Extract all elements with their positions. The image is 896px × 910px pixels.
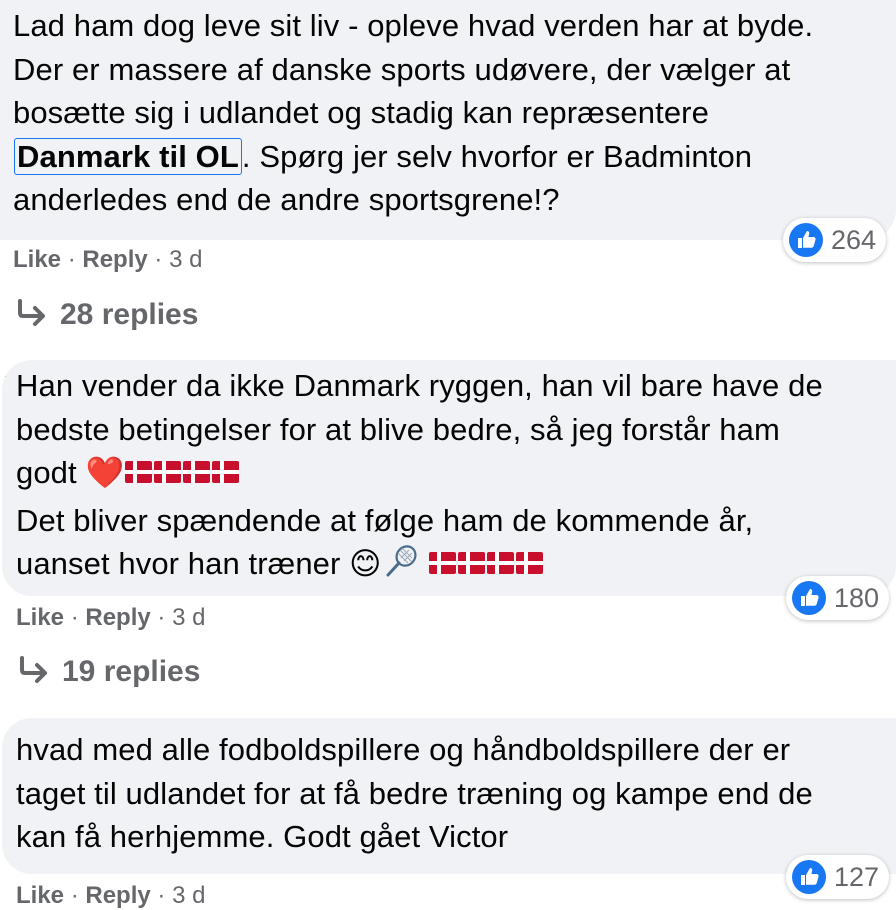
comment-actions: Like · Reply · 3 d <box>13 246 202 274</box>
denmark-flag-icon <box>124 455 153 499</box>
separator: · <box>157 604 166 631</box>
smile-emoji: 😊 <box>349 546 382 581</box>
reply-link[interactable]: Reply <box>85 604 150 631</box>
badminton-racket-icon <box>382 544 420 590</box>
heart-emoji: ❤️ <box>85 455 125 490</box>
denmark-flag-icon <box>211 455 240 499</box>
view-replies-button[interactable]: 28 replies <box>16 298 198 332</box>
view-replies-button[interactable]: 19 replies <box>18 655 200 689</box>
like-count-badge[interactable]: 264 <box>783 218 887 262</box>
reply-link[interactable]: Reply <box>82 246 147 273</box>
denmark-flag-icon <box>486 546 515 590</box>
separator: · <box>70 604 79 631</box>
separator: · <box>157 882 166 909</box>
like-count-badge[interactable]: 180 <box>786 576 890 620</box>
timestamp[interactable]: 3 d <box>172 604 205 631</box>
denmark-flag-icon <box>153 455 182 499</box>
thumbs-up-icon <box>789 223 823 257</box>
comment-bubble-2: Han vender da ikke Danmark ryggen, han v… <box>2 360 896 596</box>
replies-label: 19 replies <box>62 655 201 688</box>
timestamp[interactable]: 3 d <box>172 882 205 909</box>
like-count: 180 <box>834 582 880 613</box>
comment-text: hvad med alle fodboldspillere og håndbol… <box>16 732 822 854</box>
replies-label: 28 replies <box>60 298 199 331</box>
denmark-flag-icon <box>515 546 544 590</box>
like-count: 264 <box>831 224 877 255</box>
denmark-flag-icon <box>457 546 486 590</box>
denmark-flag-icon <box>182 455 211 499</box>
reply-arrow-icon <box>18 299 45 326</box>
comment-bubble-3: hvad med alle fodboldspillere og håndbol… <box>2 718 896 874</box>
comment-actions: Like · Reply · 3 d <box>16 882 205 910</box>
comment-bubble-1: Lad ham dog leve sit liv - opleve hvad v… <box>0 0 896 240</box>
mention-link[interactable]: Danmark til OL <box>14 137 242 175</box>
timestamp[interactable]: 3 d <box>169 246 202 273</box>
thumbs-up-icon <box>792 581 826 615</box>
like-link[interactable]: Like <box>16 882 64 909</box>
comment-actions: Like · Reply · 3 d <box>16 604 205 632</box>
separator: · <box>154 246 163 273</box>
denmark-flag-icon <box>428 546 457 590</box>
like-link[interactable]: Like <box>13 246 61 273</box>
like-count: 127 <box>834 861 880 892</box>
thumbs-up-icon <box>792 860 826 894</box>
separator: · <box>67 246 76 273</box>
reply-link[interactable]: Reply <box>85 882 150 909</box>
comment-text: Lad ham dog leve sit liv - opleve hvad v… <box>13 8 822 130</box>
like-count-badge[interactable]: 127 <box>786 855 890 899</box>
like-link[interactable]: Like <box>16 604 64 631</box>
separator: · <box>70 882 79 909</box>
reply-arrow-icon <box>20 656 47 683</box>
